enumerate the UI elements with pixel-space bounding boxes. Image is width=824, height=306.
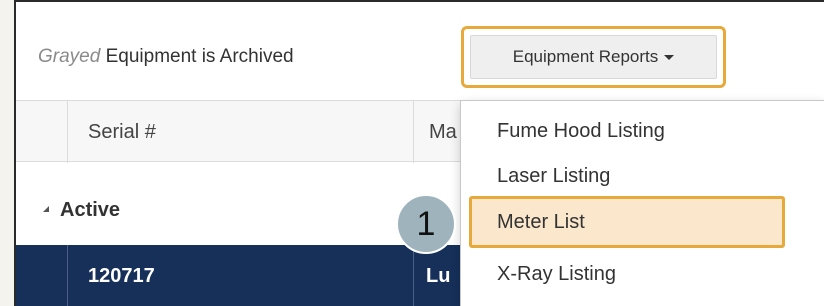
menu-item-x-ray-listing[interactable]: X-Ray Listing <box>461 252 824 296</box>
step-number-badge: 1 <box>396 194 456 254</box>
equipment-reports-label: Equipment Reports <box>512 47 659 66</box>
archive-note-text: Equipment is Archived <box>105 46 294 67</box>
archive-note-emphasis: Grayed <box>38 46 101 67</box>
app-frame: Grayed Equipment is Archived Equipment R… <box>14 0 824 306</box>
row-expander-cell <box>16 245 68 306</box>
menu-item-meter-list[interactable]: Meter List <box>469 196 785 248</box>
equipment-reports-button-highlight[interactable]: Equipment Reports <box>461 26 726 88</box>
caret-down-icon <box>664 54 675 60</box>
row-serial: 120717 <box>68 245 414 306</box>
collapse-triangle-icon[interactable] <box>43 206 49 212</box>
menu-item-laser-listing[interactable]: Laser Listing <box>461 154 824 198</box>
column-header-serial[interactable]: Serial # <box>68 101 414 163</box>
equipment-reports-button[interactable]: Equipment Reports <box>470 35 717 79</box>
group-label: Active <box>60 199 121 221</box>
reports-dropdown-menu: Fume Hood Listing Laser Listing Meter Li… <box>460 100 824 306</box>
toolbar: Grayed Equipment is Archived Equipment R… <box>16 2 824 99</box>
archive-note: Grayed Equipment is Archived <box>38 46 294 68</box>
header-expander-cell <box>16 101 68 163</box>
menu-item-fume-hood-listing[interactable]: Fume Hood Listing <box>461 109 824 153</box>
